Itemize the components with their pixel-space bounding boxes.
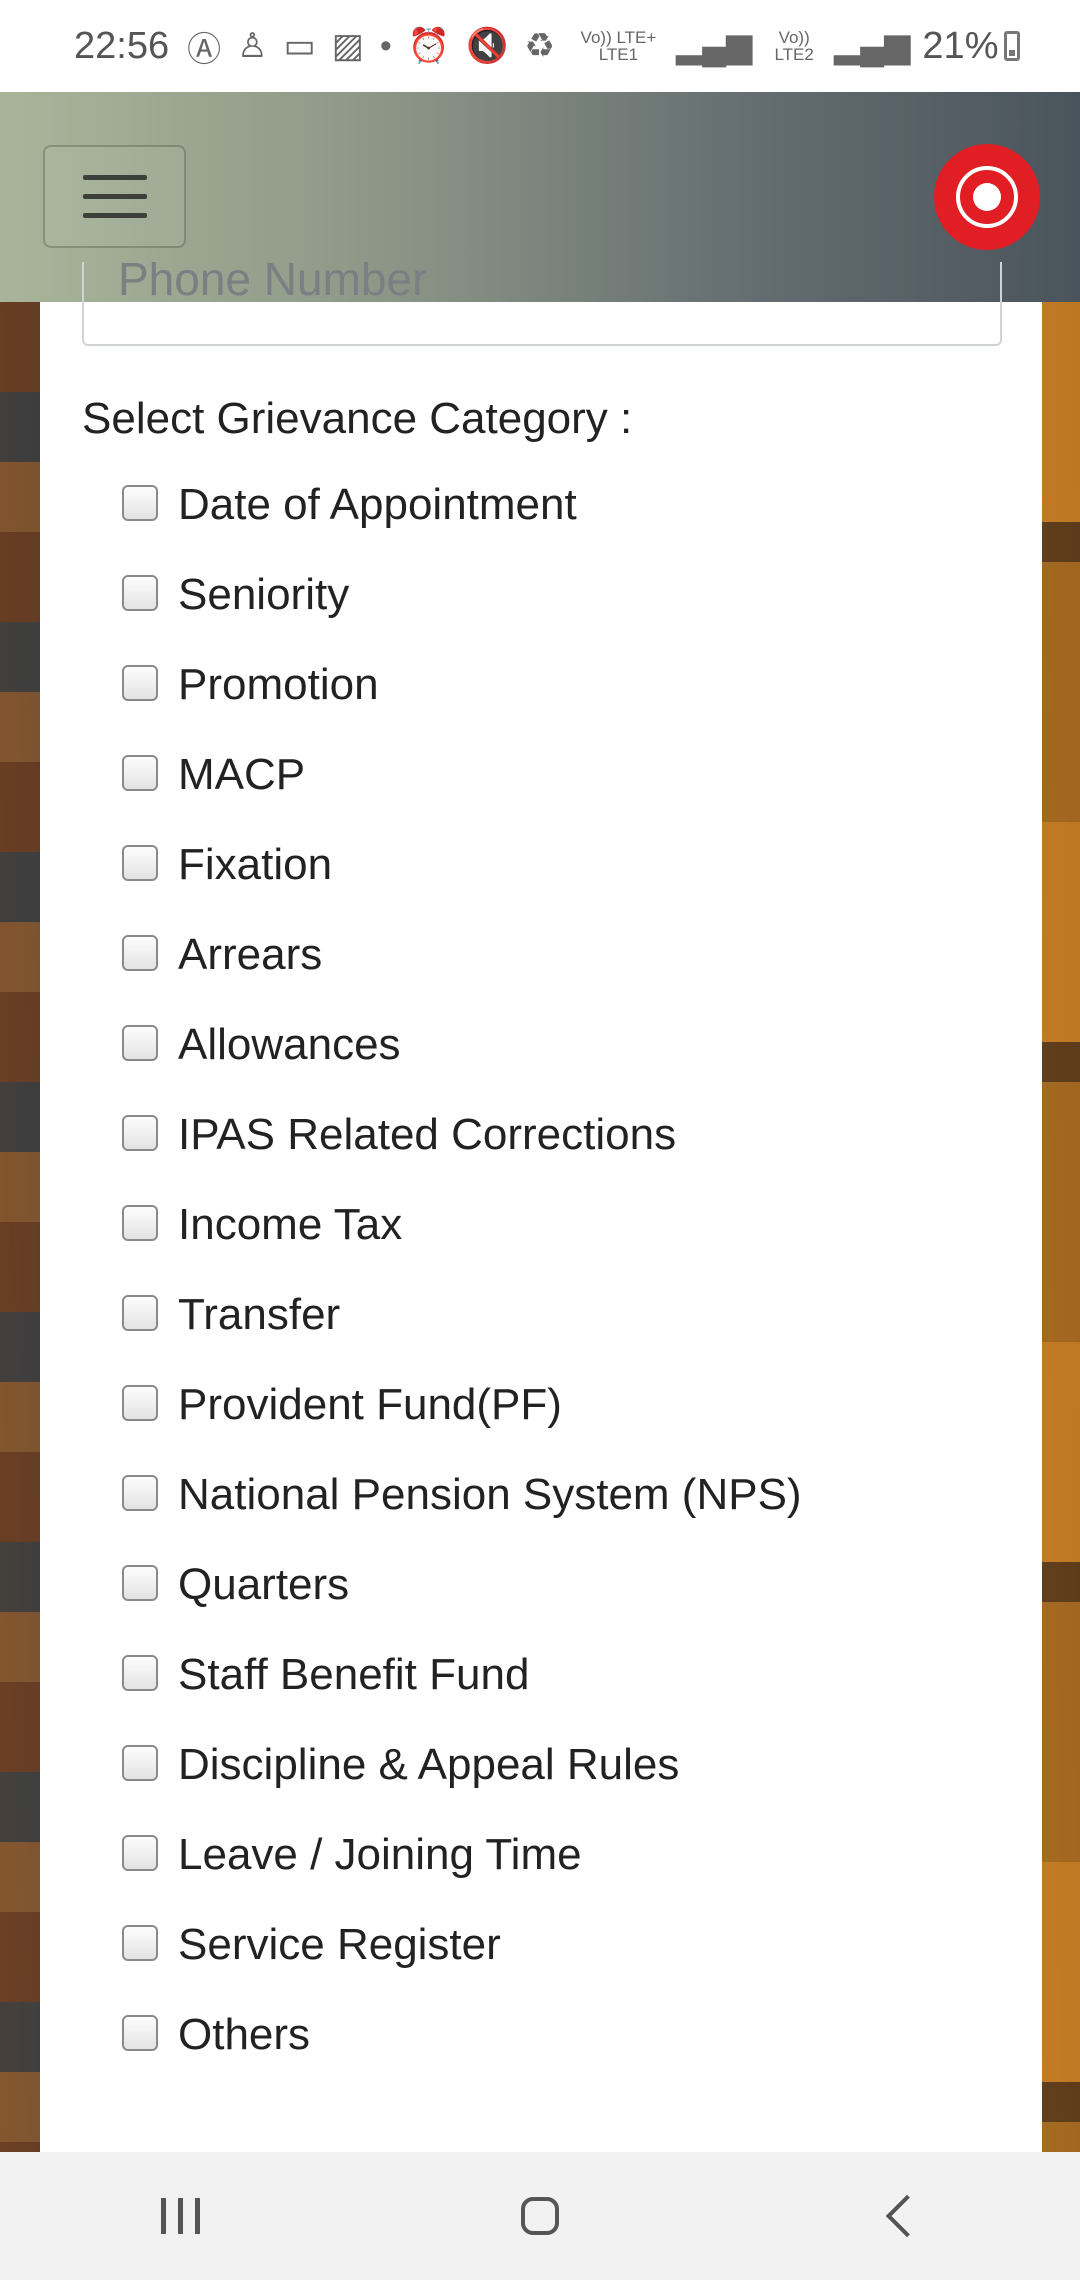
category-checkbox[interactable]: [122, 1475, 158, 1511]
category-label[interactable]: MACP: [178, 752, 305, 798]
category-item[interactable]: Leave / Joining Time: [122, 1832, 802, 1922]
category-item[interactable]: Income Tax: [122, 1202, 802, 1292]
person-notification-icon: ♙: [237, 27, 268, 65]
category-checkbox[interactable]: [122, 1565, 158, 1601]
signal-icon-2: ▂▄▆: [834, 27, 911, 65]
category-item[interactable]: Staff Benefit Fund: [122, 1652, 802, 1742]
android-nav-bar: [0, 2152, 1080, 2280]
category-label[interactable]: Date of Appointment: [178, 482, 577, 528]
status-time: 22:56: [74, 24, 170, 67]
recents-icon[interactable]: [120, 2176, 240, 2256]
category-item[interactable]: Provident Fund(PF): [122, 1382, 802, 1472]
category-item[interactable]: Transfer: [122, 1292, 802, 1382]
category-checkbox[interactable]: [122, 1655, 158, 1691]
grievance-category-label: Select Grievance Category :: [82, 394, 633, 443]
category-checkbox[interactable]: [122, 1295, 158, 1331]
background-right-detail: [1042, 302, 1080, 2152]
category-item[interactable]: Seniority: [122, 572, 802, 662]
app-notification-icon: Ⓐ: [187, 30, 222, 69]
category-label[interactable]: IPAS Related Corrections: [178, 1112, 676, 1158]
category-label[interactable]: Allowances: [178, 1022, 401, 1068]
category-item[interactable]: IPAS Related Corrections: [122, 1112, 802, 1202]
phone-number-field[interactable]: Phone Number: [82, 262, 1002, 346]
category-checkbox[interactable]: [122, 1385, 158, 1421]
battery-icon: [1004, 31, 1020, 61]
background-left-detail: [0, 302, 40, 2152]
category-item[interactable]: Service Register: [122, 1922, 802, 2012]
category-item[interactable]: Promotion: [122, 662, 802, 752]
network-lte1: Vo)) LTE+ LTE1: [580, 28, 657, 64]
mute-icon: 🔇: [466, 27, 509, 65]
grievance-form-card: Phone Number Select Grievance Category :…: [40, 262, 1042, 2152]
grievance-category-list: Date of Appointment Seniority Promotion MAC…: [122, 482, 802, 2102]
back-icon[interactable]: [840, 2176, 960, 2256]
category-label[interactable]: Income Tax: [178, 1202, 402, 1248]
category-checkbox[interactable]: [122, 575, 158, 611]
category-checkbox[interactable]: [122, 485, 158, 521]
status-bar: 22:56 Ⓐ ♙ ▭ ▨ • ⏰ 🔇 ♻ Vo)) LTE+ LTE1 ▂▄▆…: [0, 0, 1080, 92]
category-item[interactable]: Date of Appointment: [122, 482, 802, 572]
category-label[interactable]: Arrears: [178, 932, 322, 978]
category-item[interactable]: Quarters: [122, 1562, 802, 1652]
category-label[interactable]: Promotion: [178, 662, 379, 708]
phone-number-placeholder: Phone Number: [118, 262, 428, 305]
battery-saver-icon: ♻: [524, 27, 555, 65]
home-icon[interactable]: [480, 2176, 600, 2256]
category-label[interactable]: Provident Fund(PF): [178, 1382, 562, 1428]
category-item[interactable]: MACP: [122, 752, 802, 842]
category-label[interactable]: Service Register: [178, 1922, 501, 1968]
image-icon: ▨: [331, 27, 364, 65]
signal-icon: ▂▄▆: [675, 27, 753, 65]
dot-icon: •: [379, 26, 392, 65]
laptop-icon: ▭: [283, 27, 316, 65]
category-checkbox[interactable]: [122, 1925, 158, 1961]
category-checkbox[interactable]: [122, 1835, 158, 1871]
category-label[interactable]: Transfer: [178, 1292, 340, 1338]
network-lte2: Vo)) LTE2: [774, 28, 814, 64]
category-checkbox[interactable]: [122, 1025, 158, 1061]
category-checkbox[interactable]: [122, 665, 158, 701]
category-item[interactable]: Arrears: [122, 932, 802, 1022]
category-label[interactable]: National Pension System (NPS): [178, 1472, 802, 1518]
category-checkbox[interactable]: [122, 935, 158, 971]
category-item[interactable]: Allowances: [122, 1022, 802, 1112]
hamburger-icon[interactable]: [43, 145, 186, 248]
category-item[interactable]: Others: [122, 2012, 802, 2102]
category-label[interactable]: Fixation: [178, 842, 332, 888]
category-label[interactable]: Seniority: [178, 572, 349, 618]
category-label[interactable]: Staff Benefit Fund: [178, 1652, 529, 1698]
category-item[interactable]: Fixation: [122, 842, 802, 932]
category-item[interactable]: National Pension System (NPS): [122, 1472, 802, 1562]
category-checkbox[interactable]: [122, 1205, 158, 1241]
category-label[interactable]: Discipline & Appeal Rules: [178, 1742, 679, 1788]
category-label[interactable]: Others: [178, 2012, 310, 2058]
indian-railways-logo: [934, 144, 1040, 250]
category-checkbox[interactable]: [122, 2015, 158, 2051]
alarm-icon: ⏰: [407, 27, 451, 65]
category-label[interactable]: Leave / Joining Time: [178, 1832, 582, 1878]
category-item[interactable]: Discipline & Appeal Rules: [122, 1742, 802, 1832]
battery-level: 21%: [922, 24, 999, 67]
category-checkbox[interactable]: [122, 1745, 158, 1781]
category-checkbox[interactable]: [122, 755, 158, 791]
category-checkbox[interactable]: [122, 845, 158, 881]
category-label[interactable]: Quarters: [178, 1562, 349, 1608]
category-checkbox[interactable]: [122, 1115, 158, 1151]
